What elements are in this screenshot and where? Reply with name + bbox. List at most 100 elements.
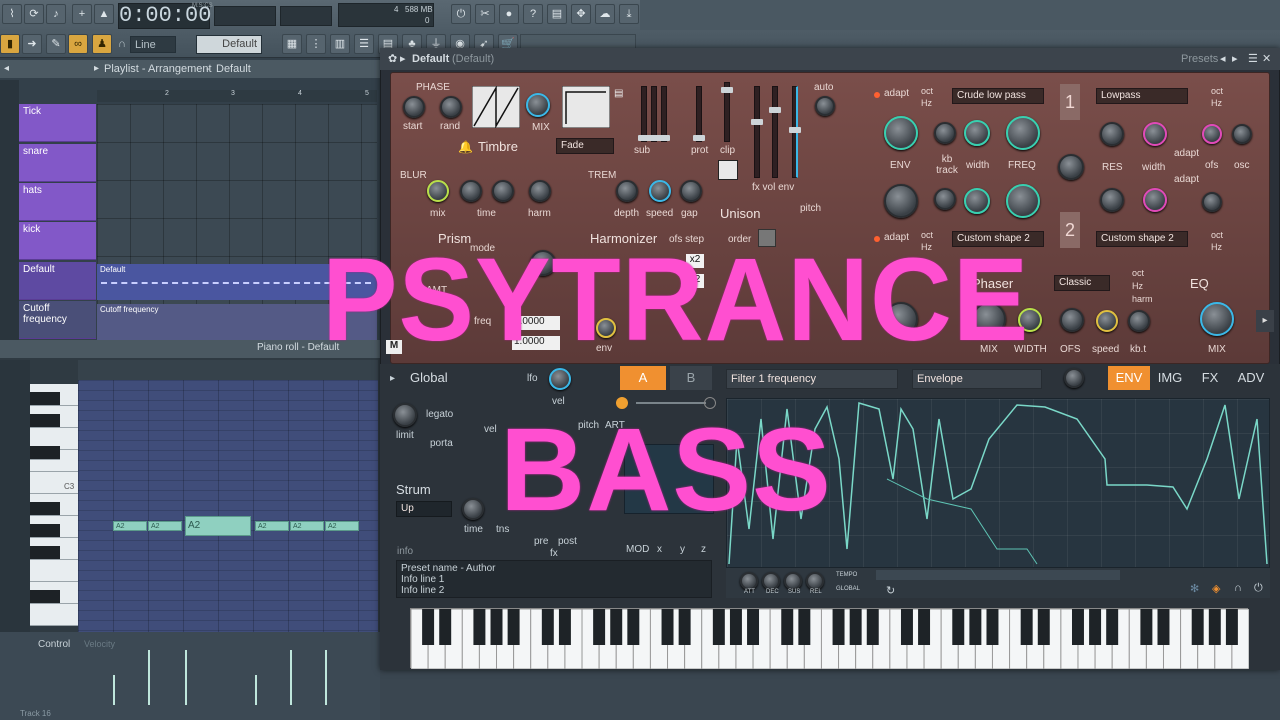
filter2-width-knob-b[interactable] <box>1143 188 1167 212</box>
velocity-bar[interactable] <box>113 675 115 705</box>
black-key[interactable] <box>1037 609 1050 645</box>
auto-knob[interactable] <box>815 96 835 116</box>
plugin-icon[interactable]: ✥ <box>571 4 591 24</box>
att-knob[interactable] <box>740 572 758 590</box>
eq-mix-knob[interactable] <box>1200 302 1234 336</box>
black-key[interactable] <box>678 609 691 645</box>
slider-thumb[interactable] <box>721 87 733 93</box>
black-key[interactable] <box>729 609 742 645</box>
trem-depth-knob[interactable] <box>616 180 638 202</box>
black-key[interactable] <box>558 609 571 645</box>
arrow-icon[interactable]: ➜ <box>22 34 42 54</box>
res-knob[interactable] <box>1100 122 1124 146</box>
target-param-select[interactable]: Filter 1 frequency <box>726 369 898 389</box>
piano-key[interactable] <box>30 604 78 626</box>
piano-key-black[interactable] <box>30 590 60 604</box>
add-icon[interactable]: + <box>72 4 92 24</box>
filter1-type-select[interactable]: Crude low pass <box>952 88 1044 104</box>
synth-titlebar[interactable]: ✿ ▸ Default (Default) Presets ◂ ▸ ☰ ✕ <box>380 48 1280 70</box>
note[interactable]: A2 <box>290 521 324 531</box>
tag-icon[interactable]: ◈ <box>1212 582 1220 595</box>
control-label[interactable]: Control <box>38 639 70 650</box>
black-key[interactable] <box>1225 609 1238 645</box>
headphone-icon[interactable]: ∩ <box>1234 582 1242 594</box>
filter-width2-knob[interactable] <box>1143 122 1167 146</box>
mic-icon[interactable]: ● <box>499 4 519 24</box>
arrow-left-icon[interactable]: ◂ <box>4 60 9 78</box>
magnet-icon[interactable]: ∩ <box>118 38 126 50</box>
slider-thumb[interactable] <box>769 107 781 113</box>
track-header[interactable]: snare <box>19 144 96 182</box>
waveform-a-display[interactable] <box>472 86 520 128</box>
slider-thumb[interactable] <box>693 135 705 141</box>
blur-time-knob[interactable] <box>460 180 482 202</box>
lfo-knob[interactable] <box>549 368 571 390</box>
global-arrow-icon[interactable]: ▸ <box>390 373 395 384</box>
black-key[interactable] <box>1208 609 1221 645</box>
waveform-icon[interactable]: ⌇ <box>2 4 22 24</box>
black-key[interactable] <box>952 609 965 645</box>
power-icon[interactable]: ⏻ <box>1254 582 1263 595</box>
black-key[interactable] <box>781 609 794 645</box>
piano-key[interactable]: C3 <box>30 472 78 494</box>
velocity-bar[interactable] <box>255 675 257 705</box>
master-pitch-slider[interactable] <box>280 6 332 26</box>
note[interactable]: A2 <box>185 516 251 536</box>
filter-mix-knob[interactable] <box>1058 154 1084 180</box>
sub-slider-2[interactable] <box>648 86 660 142</box>
velocity-bar[interactable] <box>185 650 187 705</box>
trem-gap-knob[interactable] <box>680 180 702 202</box>
menu-icon[interactable]: ☰ <box>1248 48 1258 70</box>
master-volume-slider[interactable] <box>214 6 276 26</box>
help-icon[interactable]: ? <box>523 4 543 24</box>
black-key[interactable] <box>798 609 811 645</box>
phaser-speed-knob[interactable] <box>1096 310 1118 332</box>
sus-knob[interactable] <box>784 572 802 590</box>
phaser-ofs-knob[interactable] <box>1060 308 1084 332</box>
filter-width-knob[interactable] <box>964 120 990 146</box>
close-icon[interactable]: ✕ <box>1262 48 1271 70</box>
start-knob[interactable] <box>403 96 425 118</box>
black-key[interactable] <box>712 609 725 645</box>
fx-slider[interactable] <box>751 86 763 178</box>
snap-select[interactable]: Line <box>130 36 176 53</box>
piano-key-black[interactable] <box>30 524 60 538</box>
prot-slider[interactable] <box>693 86 705 142</box>
filter2-res-knob[interactable] <box>1100 188 1124 212</box>
track-header[interactable]: Tick <box>19 104 96 142</box>
blur-harm-knob[interactable] <box>529 180 551 202</box>
velocity-bar[interactable] <box>290 650 292 705</box>
slider-thumb[interactable] <box>789 127 801 133</box>
metronome-icon[interactable]: ▲ <box>94 4 114 24</box>
filter-env-knob[interactable] <box>884 116 918 150</box>
black-key[interactable] <box>490 609 503 645</box>
black-key[interactable] <box>832 609 845 645</box>
limit-knob[interactable] <box>393 403 417 427</box>
filter-freq-knob[interactable] <box>1006 116 1040 150</box>
adapt-led[interactable] <box>874 92 880 98</box>
sub-slider-3[interactable] <box>658 86 670 142</box>
black-key[interactable] <box>541 609 554 645</box>
black-key[interactable] <box>918 609 931 645</box>
right-arrow-icon[interactable]: ▸ <box>1256 310 1274 332</box>
black-key[interactable] <box>1140 609 1153 645</box>
render-icon[interactable]: ▤ <box>547 4 567 24</box>
black-key[interactable] <box>1191 609 1204 645</box>
piano-key-black[interactable] <box>30 502 60 516</box>
track-header[interactable]: Cutoff frequency <box>19 301 96 339</box>
black-key[interactable] <box>439 609 452 645</box>
record-icon[interactable]: ⏻ <box>451 4 471 24</box>
snowflake-icon[interactable]: ✻ <box>1190 582 1199 595</box>
filter2b-type-select[interactable]: Custom shape 2 <box>1096 231 1188 247</box>
black-key[interactable] <box>1020 609 1033 645</box>
track-header[interactable]: kick <box>19 222 96 260</box>
tempo-icon[interactable]: ♪ <box>46 4 66 24</box>
black-key[interactable] <box>1106 609 1119 645</box>
tempo-label[interactable]: TEMPO <box>836 572 857 578</box>
loop-icon[interactable]: ⟳ <box>24 4 44 24</box>
note[interactable]: A2 <box>325 521 359 531</box>
slider-thumb[interactable] <box>751 119 763 125</box>
piano-key-black[interactable] <box>30 546 60 560</box>
track-header[interactable]: Default <box>19 262 96 300</box>
filter2-freq-knob[interactable] <box>1006 184 1040 218</box>
